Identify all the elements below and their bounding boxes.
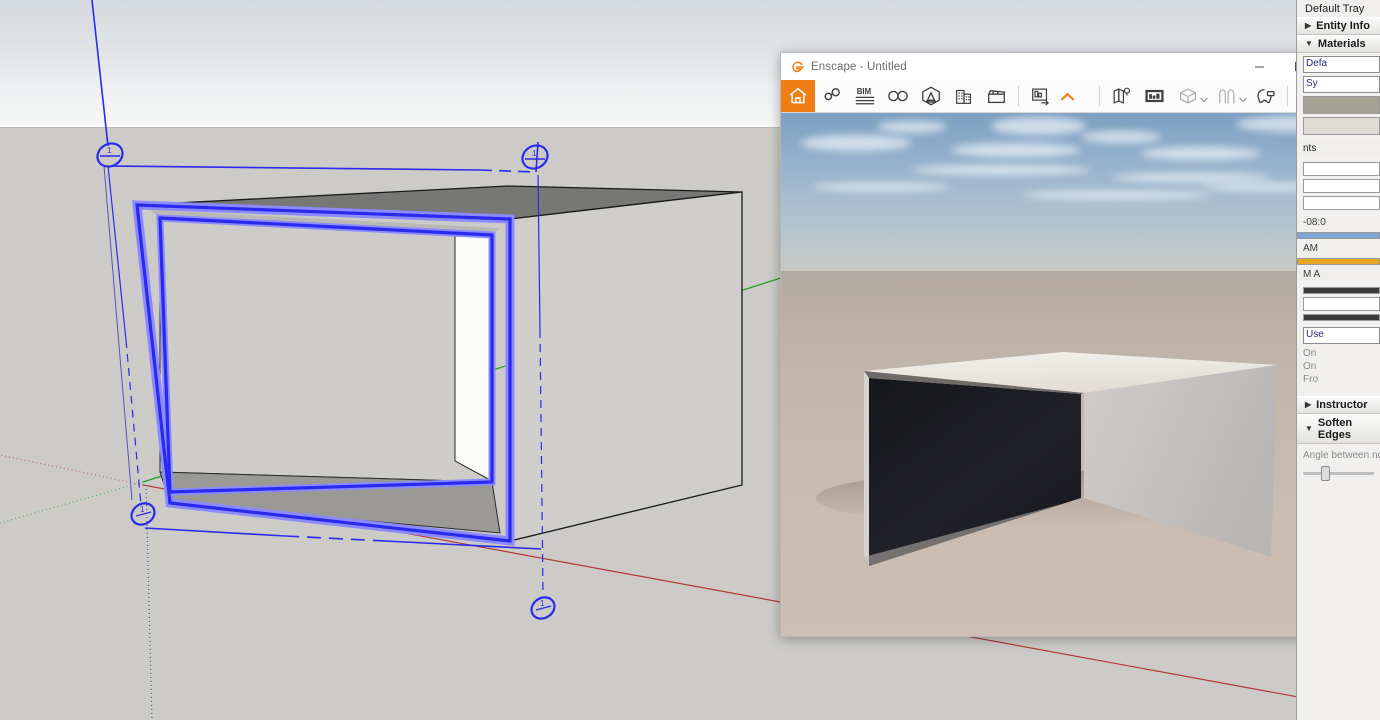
bim-icon[interactable]: BIM <box>848 80 881 112</box>
material-swatch-light[interactable] <box>1303 117 1380 135</box>
shadow-dark-slider[interactable] <box>1297 258 1380 265</box>
shadow-date-label: M A <box>1297 268 1380 281</box>
toolbar-separator <box>1287 86 1288 106</box>
materials-panel-body[interactable]: Defa Sy <box>1297 53 1380 141</box>
materials-name-row[interactable]: Defa <box>1303 56 1380 73</box>
soften-edges-slider-thumb[interactable] <box>1321 466 1330 481</box>
tray-section-instructor[interactable]: ▶ Instructor <box>1297 396 1380 414</box>
dimension-handle-bottom-right[interactable]: 1 <box>528 593 559 623</box>
toolbar-separator <box>1018 86 1019 106</box>
two-point-icon[interactable] <box>1210 80 1243 112</box>
enscape-toolbar[interactable]: BIM <box>781 80 1359 113</box>
triangle-down-icon: ▼ <box>1305 425 1313 433</box>
enscape-title-bar[interactable]: Enscape - Untitled <box>781 53 1359 80</box>
triangle-down-icon: ▼ <box>1305 40 1313 48</box>
video-editor-icon[interactable] <box>980 80 1013 112</box>
material-name-field[interactable]: Defa <box>1303 56 1380 73</box>
style-option-1[interactable]: On <box>1297 347 1380 360</box>
style-thumb-row[interactable] <box>1303 287 1380 294</box>
minimize-button[interactable] <box>1239 53 1279 80</box>
enscape-render-viewport[interactable] <box>781 113 1360 637</box>
green-axis-dotted <box>0 482 143 523</box>
style-row[interactable] <box>1303 297 1380 311</box>
tray-section-label: Instructor <box>1316 399 1367 411</box>
enscape-window-title: Enscape - Untitled <box>811 61 907 73</box>
red-axis-dotted <box>0 455 143 485</box>
shadow-time-label: AM <box>1297 242 1380 255</box>
component-row[interactable] <box>1303 162 1380 176</box>
vr-headset-icon[interactable] <box>1249 80 1282 112</box>
default-tray-panel[interactable]: Default Tray ▶ Entity Info ▼ Materials D… <box>1296 0 1380 720</box>
styles-panel-body[interactable] <box>1297 281 1380 327</box>
components-panel-body[interactable] <box>1297 156 1380 216</box>
cube-icon[interactable] <box>1171 80 1204 112</box>
tray-section-components[interactable]: nts <box>1297 141 1380 156</box>
toolbar-separator <box>1099 86 1100 106</box>
svg-text:1: 1 <box>540 599 545 608</box>
material-select-field[interactable]: Sy <box>1303 76 1380 93</box>
soften-edges-slider[interactable] <box>1303 472 1374 475</box>
dimension-handle-top-right[interactable]: 1 <box>518 141 552 173</box>
svg-text:BIM: BIM <box>856 87 871 96</box>
tray-section-entity-info[interactable]: ▶ Entity Info <box>1297 17 1380 35</box>
enscape-window[interactable]: Enscape - Untitled <box>780 52 1360 637</box>
svg-text:1: 1 <box>107 146 112 155</box>
shadow-timezone-label: -08:0 <box>1297 216 1380 229</box>
tray-section-materials[interactable]: ▼ Materials <box>1297 35 1380 53</box>
material-swatch-olive[interactable] <box>1303 96 1380 114</box>
export-image-icon[interactable] <box>1024 80 1057 112</box>
toolbar-spacer <box>1077 80 1094 112</box>
styles-edit-row[interactable]: Use <box>1297 327 1380 344</box>
home-icon[interactable] <box>781 80 815 112</box>
enscape-logo-icon <box>790 60 804 74</box>
tray-section-label: Materials <box>1318 38 1366 50</box>
soften-edges-hint: Angle between no <box>1297 444 1380 462</box>
svg-text:1: 1 <box>140 505 145 514</box>
style-thumb-row[interactable] <box>1303 314 1380 321</box>
style-option-3[interactable]: Fro <box>1297 373 1380 386</box>
triangle-right-icon: ▶ <box>1305 401 1311 409</box>
tray-section-label: Soften Edges <box>1318 417 1380 441</box>
materials-swatch-row-2[interactable] <box>1303 117 1380 135</box>
shadow-light-slider[interactable] <box>1297 232 1380 239</box>
building-icon[interactable] <box>947 80 980 112</box>
views-pin-icon[interactable] <box>815 80 848 112</box>
render-box-interior-face <box>869 378 1081 566</box>
tray-section-label: Entity Info <box>1316 20 1370 32</box>
materials-select-row[interactable]: Sy <box>1303 76 1380 93</box>
style-option-2[interactable]: On <box>1297 360 1380 373</box>
model-interior-jamb-face[interactable] <box>455 236 492 481</box>
svg-text:1: 1 <box>532 149 537 158</box>
vr-goggles-icon[interactable] <box>881 80 914 112</box>
model-right-face[interactable] <box>510 192 742 541</box>
component-row[interactable] <box>1303 196 1380 210</box>
model-interior-back-face[interactable] <box>160 218 492 482</box>
panorama-icon[interactable] <box>1138 80 1171 112</box>
default-tray-title: Default Tray <box>1297 0 1380 17</box>
render-box-side-face <box>1084 365 1278 557</box>
dimension-handle-bottom-left[interactable]: 1 <box>128 499 159 529</box>
component-row[interactable] <box>1303 179 1380 193</box>
chevron-up-icon[interactable] <box>1057 80 1077 112</box>
asset-library-icon[interactable] <box>914 80 947 112</box>
tray-section-soften-edges[interactable]: ▼ Soften Edges <box>1297 414 1380 444</box>
map-pin-icon[interactable] <box>1105 80 1138 112</box>
materials-swatch-row[interactable] <box>1303 96 1380 114</box>
style-edit-field[interactable]: Use <box>1303 327 1380 344</box>
render-object-canvas[interactable] <box>781 113 1360 637</box>
triangle-right-icon: ▶ <box>1305 22 1311 30</box>
render-box-left-frame <box>864 371 869 566</box>
